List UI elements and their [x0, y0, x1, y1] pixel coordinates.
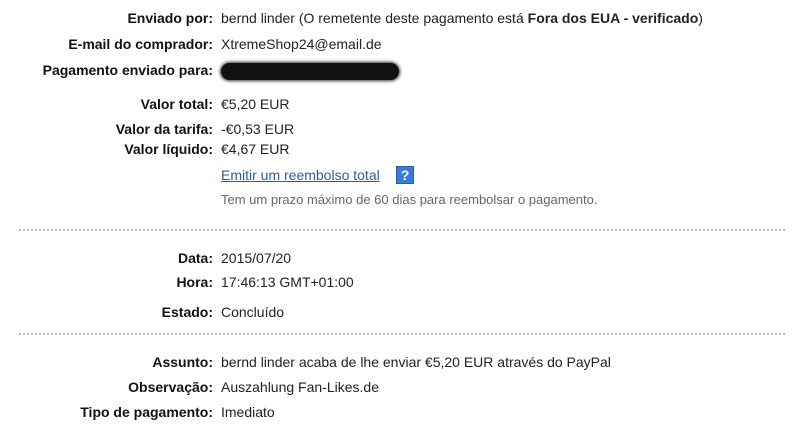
state-row: Estado: Concluído [0, 302, 802, 322]
net-row: Valor líquido: €4,67 EUR [0, 139, 802, 159]
buyer-email-row: E-mail do comprador: XtremeShop24@email.… [0, 34, 802, 54]
buyer-email-value: XtremeShop24@email.de [221, 36, 382, 52]
sender-verification-status: Fora dos EUA - verificado [527, 10, 699, 26]
refund-deadline-note: Tem um prazo máximo de 60 dias para reem… [221, 192, 598, 207]
redacted-recipient [221, 63, 399, 80]
date-value: 2015/07/20 [221, 250, 292, 266]
state-label: Estado: [161, 304, 213, 320]
sender-note-open: (O remetente deste pagamento está [294, 10, 528, 26]
subject-value: bernd linder acaba de lhe enviar €5,20 E… [221, 354, 611, 370]
total-label: Valor total: [140, 96, 213, 112]
subject-label: Assunto: [152, 354, 213, 370]
total-row: Valor total: €5,20 EUR [0, 94, 802, 114]
help-icon[interactable]: ? [396, 166, 414, 184]
time-value: 17:46:13 GMT+01:00 [221, 274, 354, 290]
sent-by-row: Enviado por: bernd linder (O remetente d… [0, 8, 802, 28]
state-value: Concluído [221, 304, 285, 320]
buyer-email-label: E-mail do comprador: [68, 36, 213, 52]
payment-type-value: Imediato [221, 404, 275, 420]
sent-to-label: Pagamento enviado para: [42, 62, 213, 78]
refund-note-row: Tem um prazo máximo de 60 dias para reem… [0, 190, 802, 210]
issue-refund-link[interactable]: Emitir um reembolso total [221, 165, 380, 185]
sender-note-close: ) [698, 10, 703, 26]
note-row: Observação: Auszahlung Fan-Likes.de [0, 377, 802, 397]
fee-row: Valor da tarifa: -€0,53 EUR [0, 119, 802, 139]
net-value: €4,67 EUR [221, 141, 290, 157]
fee-label: Valor da tarifa: [115, 121, 213, 137]
section-divider [19, 333, 785, 335]
time-label: Hora: [176, 274, 213, 290]
sent-to-row: Pagamento enviado para: [0, 60, 802, 80]
sender-name: bernd linder [221, 10, 295, 26]
payment-type-label: Tipo de pagamento: [80, 404, 213, 420]
subject-row: Assunto: bernd linder acaba de lhe envia… [0, 352, 802, 372]
total-value: €5,20 EUR [221, 96, 290, 112]
time-row: Hora: 17:46:13 GMT+01:00 [0, 272, 802, 292]
date-row: Data: 2015/07/20 [0, 248, 802, 268]
note-label: Observação: [128, 379, 213, 395]
fee-value: -€0,53 EUR [221, 121, 295, 137]
net-label: Valor líquido: [124, 141, 213, 157]
date-label: Data: [177, 250, 213, 266]
note-value: Auszahlung Fan-Likes.de [221, 379, 379, 395]
section-divider [19, 229, 785, 231]
sent-by-value: bernd linder (O remetente deste pagament… [221, 8, 703, 28]
sent-by-label: Enviado por: [127, 10, 213, 26]
payment-type-row: Tipo de pagamento: Imediato [0, 402, 802, 422]
